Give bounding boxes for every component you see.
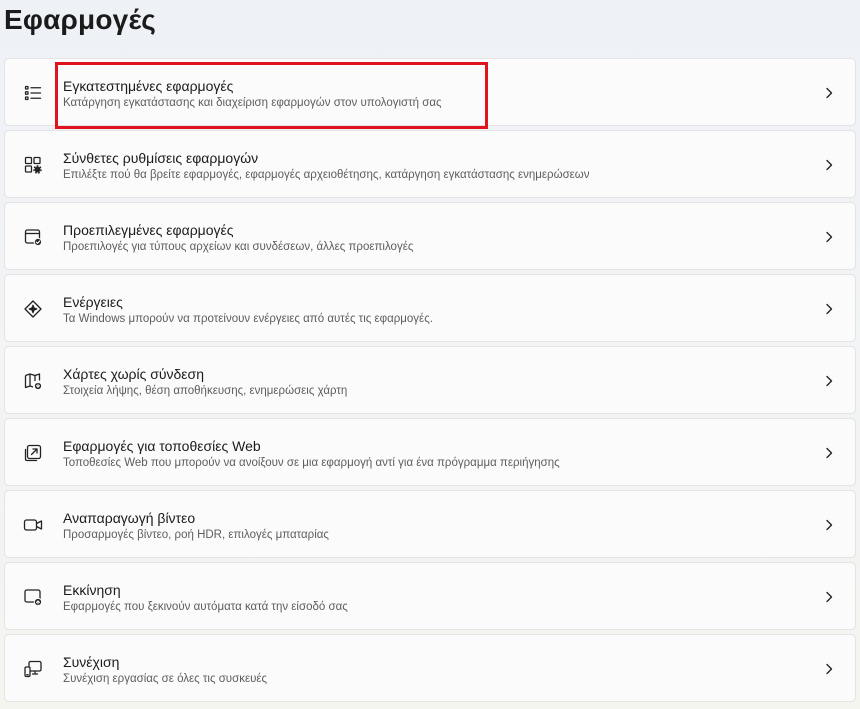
settings-item-advanced-app-settings[interactable]: Σύνθετες ρυθμίσεις εφαρμογών Επιλέξτε πο…: [4, 130, 856, 198]
settings-item-continuity[interactable]: Συνέχιση Συνέχιση εργασίας σε όλες τις σ…: [4, 634, 856, 702]
settings-item-subtitle: Στοιχεία λήψης, θέση αποθήκευσης, ενημερ…: [63, 385, 348, 397]
settings-item-title: Σύνθετες ρυθμίσεις εφαρμογών: [63, 150, 259, 166]
startup-icon: [23, 587, 43, 607]
settings-item-subtitle: Προεπιλογές για τύπους αρχείων και συνδέ…: [63, 241, 414, 253]
settings-item-title: Εφαρμογές για τοποθεσίες Web: [63, 438, 261, 454]
settings-item-subtitle: Προσαρμογές βίντεο, ροή HDR, επιλογές μπ…: [63, 529, 329, 541]
chevron-right-icon: [823, 158, 835, 172]
settings-item-title: Εκκίνηση: [63, 582, 121, 598]
chevron-right-icon: [823, 446, 835, 460]
settings-item-subtitle: Συνέχιση εργασίας σε όλες τις συσκευές: [63, 673, 268, 685]
default-apps-icon: [23, 227, 43, 247]
list-icon: [23, 83, 43, 103]
settings-item-title: Προεπιλεγμένες εφαρμογές: [63, 222, 234, 238]
settings-item-subtitle: Τα Windows μπορούν να προτείνουν ενέργει…: [63, 313, 433, 325]
settings-item-subtitle: Κατάργηση εγκατάστασης και διαχείριση εφ…: [63, 97, 442, 109]
settings-list: Εγκατεστημένες εφαρμογές Κατάργηση εγκατ…: [4, 58, 856, 706]
chevron-right-icon: [823, 518, 835, 532]
offline-map-icon: [23, 371, 43, 391]
chevron-right-icon: [823, 590, 835, 604]
settings-item-default-apps[interactable]: Προεπιλεγμένες εφαρμογές Προεπιλογές για…: [4, 202, 856, 270]
settings-item-subtitle: Εφαρμογές που ξεκινούν αυτόματα κατά την…: [63, 601, 348, 613]
chevron-right-icon: [823, 302, 835, 316]
settings-item-installed-apps[interactable]: Εγκατεστημένες εφαρμογές Κατάργηση εγκατ…: [4, 58, 856, 126]
settings-item-video-playback[interactable]: Αναπαραγωγή βίντεο Προσαρμογές βίντεο, ρ…: [4, 490, 856, 558]
continuity-devices-icon: [23, 659, 43, 679]
actions-sparkle-icon: [23, 299, 43, 319]
open-external-icon: [23, 443, 43, 463]
app-settings-icon: [23, 155, 43, 175]
video-camera-icon: [23, 515, 43, 535]
settings-item-startup[interactable]: Εκκίνηση Εφαρμογές που ξεκινούν αυτόματα…: [4, 562, 856, 630]
chevron-right-icon: [823, 230, 835, 244]
settings-item-subtitle: Επιλέξτε πού θα βρείτε εφαρμογές, εφαρμο…: [63, 169, 590, 181]
settings-item-title: Συνέχιση: [63, 654, 120, 670]
page-title: Εφαρμογές: [4, 4, 157, 35]
settings-item-title: Χάρτες χωρίς σύνδεση: [63, 366, 204, 382]
settings-item-actions[interactable]: Ενέργειες Τα Windows μπορούν να προτείνο…: [4, 274, 856, 342]
settings-item-subtitle: Τοποθεσίες Web που μπορούν να ανοίξουν σ…: [63, 457, 560, 469]
chevron-right-icon: [823, 374, 835, 388]
chevron-right-icon: [823, 662, 835, 676]
settings-item-title: Αναπαραγωγή βίντεο: [63, 510, 196, 526]
settings-item-apps-for-websites[interactable]: Εφαρμογές για τοποθεσίες Web Τοποθεσίες …: [4, 418, 856, 486]
settings-item-title: Ενέργειες: [63, 294, 123, 310]
chevron-right-icon: [823, 86, 835, 100]
settings-item-offline-maps[interactable]: Χάρτες χωρίς σύνδεση Στοιχεία λήψης, θέσ…: [4, 346, 856, 414]
settings-item-title: Εγκατεστημένες εφαρμογές: [63, 78, 234, 94]
